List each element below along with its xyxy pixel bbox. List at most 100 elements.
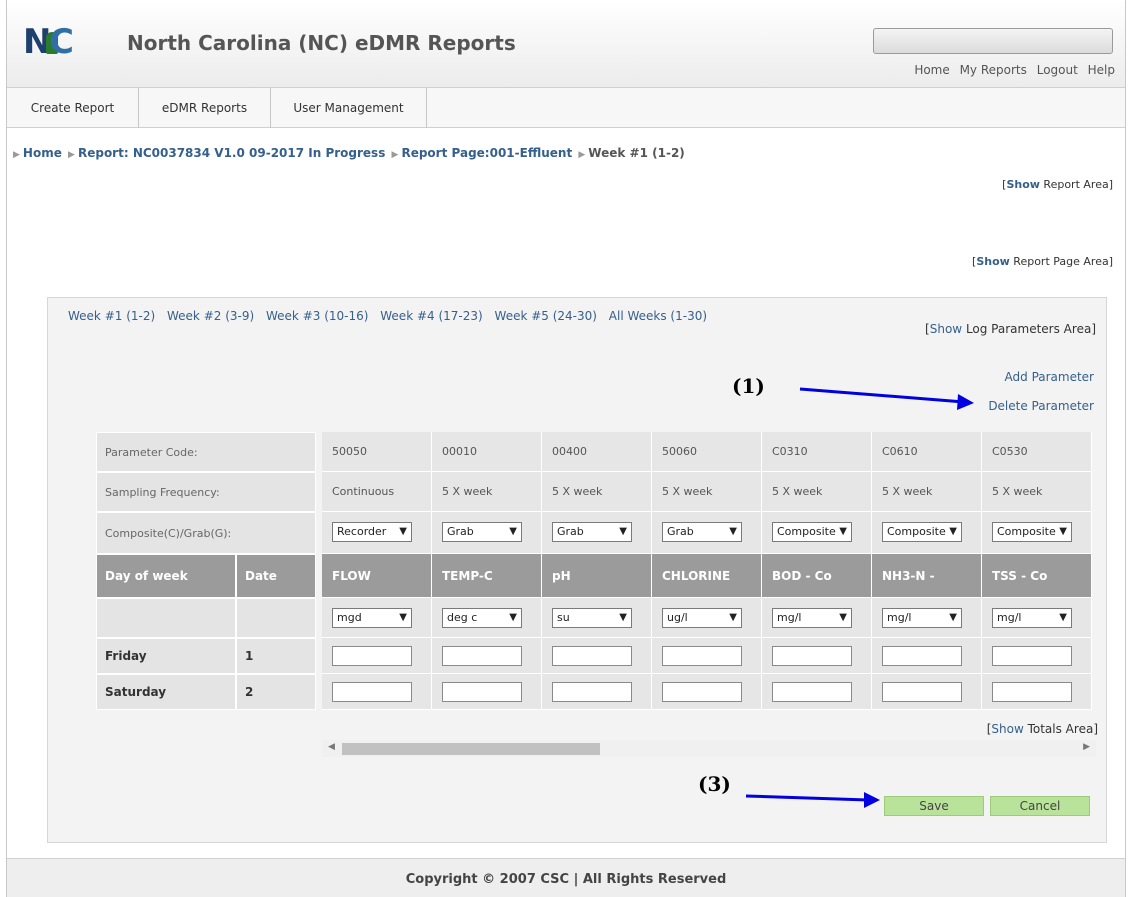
show-link[interactable]: Show: [930, 322, 962, 336]
value-input[interactable]: [662, 682, 742, 702]
parameter-code-cell: 50050: [322, 432, 432, 472]
my-reports-link[interactable]: My Reports: [960, 63, 1027, 77]
value-input[interactable]: [992, 646, 1072, 666]
unit-select[interactable]: ug/l ▼: [662, 608, 742, 628]
unit-select[interactable]: mg/l ▼: [772, 608, 852, 628]
value-input[interactable]: [882, 646, 962, 666]
value-input[interactable]: [552, 646, 632, 666]
value-input[interactable]: [772, 646, 852, 666]
chevron-down-icon: ▼: [399, 612, 407, 623]
composite-grab-select[interactable]: Composite ▼: [772, 522, 852, 542]
delete-parameter-link[interactable]: Delete Parameter: [988, 399, 1094, 413]
breadcrumb-home[interactable]: Home: [23, 146, 62, 160]
footer: Copyright © 2007 CSC | All Rights Reserv…: [7, 858, 1125, 897]
toggle-label: Report Area: [1043, 178, 1109, 191]
value-input[interactable]: [442, 646, 522, 666]
toggle-label: Log Parameters Area: [965, 322, 1092, 336]
unit-row-spacer: [236, 598, 316, 638]
show-link[interactable]: Show: [976, 255, 1009, 268]
help-link[interactable]: Help: [1088, 63, 1115, 77]
chevron-down-icon: ▼: [839, 526, 847, 537]
breadcrumb-report[interactable]: Report: NC0037834 V1.0 09-2017 In Progre…: [78, 146, 385, 160]
tab-week-1[interactable]: Week #1 (1-2): [68, 309, 155, 323]
scroll-right-icon[interactable]: ▶: [1083, 742, 1090, 752]
composite-grab-select[interactable]: Composite ▼: [882, 522, 962, 542]
value-input[interactable]: [552, 682, 632, 702]
unit-select[interactable]: mg/l ▼: [882, 608, 962, 628]
tab-week-5[interactable]: Week #5 (24-30): [495, 309, 597, 323]
value-input[interactable]: [772, 682, 852, 702]
value-input[interactable]: [882, 682, 962, 702]
scroll-left-icon[interactable]: ◀: [328, 742, 335, 752]
toggle-label: Report Page Area: [1013, 255, 1109, 268]
sampling-frequency-cell: 5 X week: [652, 472, 762, 512]
tab-week-2[interactable]: Week #2 (3-9): [167, 309, 254, 323]
totals-area-toggle[interactable]: [Show Totals Area]: [987, 722, 1098, 736]
composite-grab-select[interactable]: Composite ▼: [992, 522, 1072, 542]
sampling-frequency-label: Sampling Frequency:: [96, 472, 316, 512]
row-date-2: 2: [236, 674, 316, 710]
parameter-name-header: BOD - Co: [762, 554, 872, 598]
unit-select[interactable]: su ▼: [552, 608, 632, 628]
save-button[interactable]: Save: [884, 796, 984, 816]
select-value: Composite: [997, 525, 1056, 538]
app-title: North Carolina (NC) eDMR Reports: [127, 31, 516, 55]
composite-grab-label: Composite(C)/Grab(G):: [96, 512, 316, 554]
composite-grab-select[interactable]: Recorder ▼: [332, 522, 412, 542]
parameter-code-cell: C0610: [872, 432, 982, 472]
breadcrumb-arrow-icon: ▶: [391, 150, 399, 160]
show-link[interactable]: Show: [991, 722, 1023, 736]
chevron-down-icon: ▼: [509, 612, 517, 623]
value-input[interactable]: [662, 646, 742, 666]
annotation-arrow-1-icon: [799, 387, 974, 410]
annotation-arrow-3-icon: [745, 792, 880, 808]
home-link[interactable]: Home: [914, 63, 949, 77]
parameter-code-cell: 00010: [432, 432, 542, 472]
search-input[interactable]: [873, 28, 1113, 54]
sampling-frequency-cell: 5 X week: [872, 472, 982, 512]
parameter-code-cell: C0310: [762, 432, 872, 472]
tab-edmr-reports[interactable]: eDMR Reports: [139, 88, 271, 128]
unit-select[interactable]: mgd ▼: [332, 608, 412, 628]
log-parameters-area-toggle[interactable]: [Show Log Parameters Area]: [925, 322, 1096, 336]
annotation-3: (3): [698, 772, 731, 796]
annotation-1: (1): [732, 374, 765, 398]
tab-week-3[interactable]: Week #3 (10-16): [266, 309, 368, 323]
composite-grab-select[interactable]: Grab ▼: [662, 522, 742, 542]
report-page-area-toggle[interactable]: [Show Report Page Area]: [972, 255, 1113, 268]
add-parameter-link[interactable]: Add Parameter: [1005, 370, 1094, 384]
tab-all-weeks[interactable]: All Weeks (1-30): [609, 309, 707, 323]
header: N C North Carolina (NC) eDMR Reports Hom…: [7, 0, 1125, 88]
chevron-down-icon: ▼: [1059, 612, 1067, 623]
parameter-name-header: TSS - Co: [982, 554, 1092, 598]
unit-select[interactable]: mg/l ▼: [992, 608, 1072, 628]
cancel-button[interactable]: Cancel: [990, 796, 1090, 816]
value-input[interactable]: [332, 646, 412, 666]
main-nav: Create Report eDMR Reports User Manageme…: [7, 88, 1125, 128]
tab-week-4[interactable]: Week #4 (17-23): [380, 309, 482, 323]
composite-grab-select[interactable]: Grab ▼: [442, 522, 522, 542]
select-value: Grab: [447, 525, 474, 538]
select-value: Grab: [667, 525, 694, 538]
row-day-friday: Friday: [96, 638, 236, 674]
report-area-toggle[interactable]: [Show Report Area]: [1002, 178, 1113, 191]
horizontal-scrollbar[interactable]: ◀ ▶: [322, 740, 1096, 757]
breadcrumb-arrow-icon: ▶: [13, 150, 20, 160]
select-value: deg c: [447, 611, 478, 624]
sampling-frequency-cell: 5 X week: [542, 472, 652, 512]
value-input[interactable]: [442, 682, 522, 702]
unit-select[interactable]: deg c ▼: [442, 608, 522, 628]
tab-user-management[interactable]: User Management: [271, 88, 427, 128]
week-tabs: Week #1 (1-2) Week #2 (3-9) Week #3 (10-…: [68, 309, 715, 323]
value-input[interactable]: [992, 682, 1072, 702]
breadcrumb-report-page[interactable]: Report Page:001-Effluent: [401, 146, 572, 160]
chevron-down-icon: ▼: [949, 612, 957, 623]
logout-link[interactable]: Logout: [1037, 63, 1078, 77]
sampling-frequency-cell: 5 X week: [432, 472, 542, 512]
composite-grab-select[interactable]: Grab ▼: [552, 522, 632, 542]
value-input[interactable]: [332, 682, 412, 702]
scroll-thumb[interactable]: [342, 743, 600, 755]
show-link[interactable]: Show: [1006, 178, 1039, 191]
parameter-name-header: pH: [542, 554, 652, 598]
tab-create-report[interactable]: Create Report: [7, 88, 139, 128]
